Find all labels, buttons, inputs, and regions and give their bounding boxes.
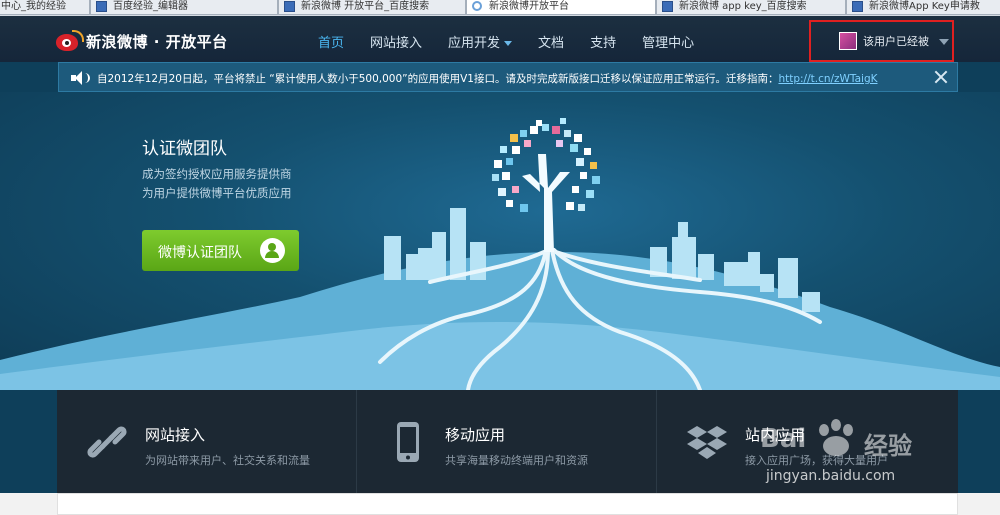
feature-title: 移动应用 — [445, 426, 506, 444]
browser-tab[interactable]: 新浪微博 app key_百度搜索 — [656, 0, 846, 15]
hero-banner: 认证微团队 成为签约授权应用服务提供商 为用户提供微博平台优质应用 微博认证团队 — [0, 92, 1000, 390]
nav-item-docs[interactable]: 文档 — [538, 32, 564, 51]
content-panel — [57, 493, 958, 515]
browser-tab[interactable]: 新浪微博 开放平台_百度搜索 — [278, 0, 466, 15]
paw-icon — [819, 419, 853, 456]
tab-label: 新浪微博 app key_百度搜索 — [679, 1, 807, 12]
watermark-brand: 经验 — [864, 432, 912, 460]
speaker-icon — [71, 71, 90, 85]
mobile-icon — [397, 422, 419, 462]
button-label: 微博认证团队 — [158, 245, 242, 261]
browser-tab-active[interactable]: 新浪微博开放平台 — [466, 0, 656, 15]
page-icon — [662, 1, 673, 12]
main-nav: 首页 网站接入 应用开发 文档 支持 管理中心 — [318, 32, 720, 51]
site-header: 新浪微博 · 开放平台 首页 网站接入 应用开发 文档 支持 管理中心 该用户已… — [0, 16, 1000, 62]
user-name: 该用户已经被 — [863, 35, 929, 48]
chevron-down-icon — [939, 39, 949, 45]
nav-item-app-dev[interactable]: 应用开发 — [448, 32, 513, 51]
feature-mobile[interactable]: 移动应用 共享海量移动终端用户和资源 — [357, 390, 657, 493]
feature-title: 网站接入 — [145, 426, 206, 444]
page-icon — [852, 1, 863, 12]
tab-label: 新浪微博App Key申请教 — [869, 1, 980, 12]
logo[interactable]: 新浪微博 · 开放平台 — [56, 28, 228, 54]
watermark-brand: Bai — [760, 424, 807, 454]
tab-label: 中心_我的经验 — [1, 1, 66, 12]
browser-tab[interactable]: 中心_我的经验 — [0, 0, 90, 15]
user-icon — [260, 238, 285, 263]
logo-text: 新浪微博 · 开放平台 — [86, 32, 228, 51]
watermark-url: jingyan.baidu.com — [766, 468, 896, 484]
baidu-watermark: Bai 经验 jingyan.baidu.com — [760, 410, 960, 490]
migration-link[interactable]: http://t.cn/zWTaigK — [778, 73, 877, 85]
browser-tab[interactable]: 新浪微博App Key申请教 — [846, 0, 1000, 15]
chevron-down-icon — [504, 41, 513, 46]
browser-tab[interactable]: 百度经验_编辑器 — [90, 0, 278, 15]
avatar — [839, 32, 857, 50]
page-icon — [284, 1, 295, 12]
user-menu[interactable]: 该用户已经被 — [809, 20, 954, 62]
page-bottom — [0, 493, 1000, 515]
page-icon — [96, 1, 107, 12]
notice-bar: 自2012年12月20日起，平台将禁止 “累计使用人数小于500,000”的应用… — [58, 62, 958, 92]
tab-label: 百度经验_编辑器 — [113, 1, 188, 12]
feature-desc: 为网站带来用户、社交关系和流量 — [145, 454, 310, 467]
dropbox-icon — [687, 426, 727, 459]
tab-label: 新浪微博 开放平台_百度搜索 — [301, 1, 430, 12]
nav-item-support[interactable]: 支持 — [590, 32, 616, 51]
tab-label: 新浪微博开放平台 — [489, 1, 569, 12]
hero-title: 认证微团队 — [142, 139, 227, 159]
notice-message: 自2012年12月20日起，平台将禁止 “累计使用人数小于500,000”的应用… — [97, 73, 779, 85]
browser-tab-strip: 中心_我的经验 百度经验_编辑器 新浪微博 开放平台_百度搜索 新浪微博开放平台… — [0, 0, 1000, 17]
hero-subtitle: 成为签约授权应用服务提供商 — [142, 167, 292, 181]
link-icon — [87, 426, 127, 458]
nav-label: 应用开发 — [448, 36, 501, 51]
close-icon[interactable] — [933, 69, 949, 85]
loading-icon — [472, 1, 482, 11]
hero-subtitle: 为用户提供微博平台优质应用 — [142, 186, 292, 200]
notice-text: 自2012年12月20日起，平台将禁止 “累计使用人数小于500,000”的应用… — [97, 71, 878, 86]
certified-team-button[interactable]: 微博认证团队 — [142, 230, 299, 271]
nav-item-website[interactable]: 网站接入 — [370, 32, 422, 51]
nav-item-home[interactable]: 首页 — [318, 32, 344, 51]
weibo-logo-icon — [56, 30, 84, 52]
feature-desc: 共享海量移动终端用户和资源 — [445, 454, 588, 467]
feature-website[interactable]: 网站接入 为网站带来用户、社交关系和流量 — [57, 390, 357, 493]
nav-item-manage[interactable]: 管理中心 — [642, 32, 694, 51]
